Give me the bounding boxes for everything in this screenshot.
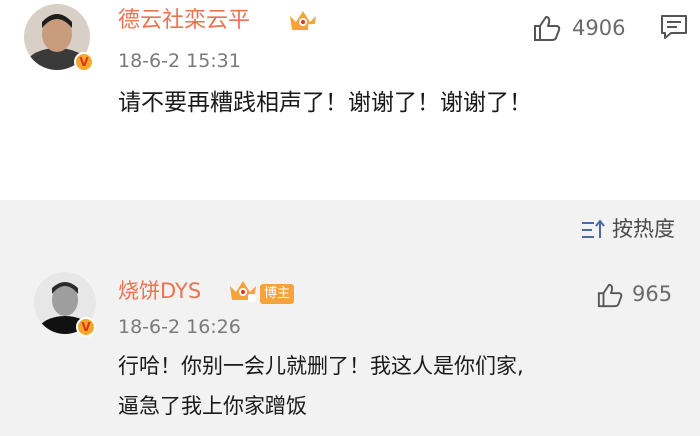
reply-text-line-1: 行哈！你别一会儿就删了！我这人是你们家, bbox=[118, 354, 524, 378]
reply-time: 18-6-2 16:26 bbox=[118, 316, 241, 338]
author-name[interactable]: 德云社栾云平 bbox=[118, 6, 250, 36]
thumbs-up-icon[interactable] bbox=[532, 14, 562, 42]
reply-verified-badge: V bbox=[76, 317, 96, 337]
crown-level-icon bbox=[290, 11, 316, 32]
reply-author-name[interactable]: 烧饼DYS bbox=[118, 276, 201, 306]
like-count: 4906 bbox=[572, 16, 626, 40]
main-comment-panel: V 德云社栾云平 18-6-2 15:31 请不要再糟践相声了！谢谢了！谢谢了！… bbox=[0, 0, 700, 200]
sort-label: 按热度 bbox=[612, 217, 675, 241]
comment-icon[interactable] bbox=[660, 14, 688, 40]
author-tag: 博主 bbox=[260, 284, 295, 304]
reply-thumbs-up-icon[interactable] bbox=[596, 282, 624, 308]
sort-icon bbox=[582, 219, 605, 238]
verified-badge: V bbox=[74, 52, 94, 72]
reply-text-line-2: 逼急了我上你家蹭饭 bbox=[118, 394, 307, 418]
reply-crown-level-icon bbox=[230, 281, 256, 302]
comment-text: 请不要再糟践相声了！谢谢了！谢谢了！ bbox=[118, 90, 532, 116]
reply-like-count: 965 bbox=[632, 282, 673, 306]
comment-time: 18-6-2 15:31 bbox=[118, 50, 241, 72]
reply-panel: 按热度 V 烧饼DYS 博主 18-6-2 16:26 行哈！你别一会儿就删了！… bbox=[0, 200, 700, 436]
